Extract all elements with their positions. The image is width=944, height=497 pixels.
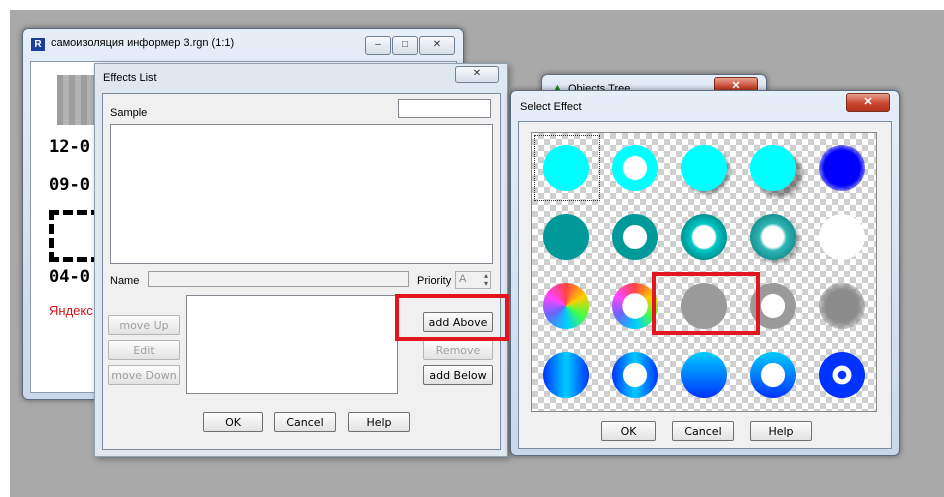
blue-glow-circle-effect[interactable] (812, 137, 872, 197)
edit-button[interactable]: Edit (108, 340, 180, 360)
select-ok-button[interactable]: OK (601, 421, 656, 441)
move-up-button[interactable]: move Up (108, 315, 180, 335)
effects-listbox[interactable] (186, 295, 398, 394)
move-down-button[interactable]: move Down (108, 365, 180, 385)
priority-value: A (459, 273, 467, 285)
effects-list-close-button[interactable]: ✕ (455, 66, 499, 83)
help-button[interactable]: Help (348, 412, 410, 432)
circle-icon (819, 352, 865, 398)
name-label: Name (110, 275, 140, 287)
teal-circle-effect[interactable] (536, 206, 596, 266)
circle-icon (750, 145, 796, 191)
blue-gradient-circle-effect[interactable] (536, 344, 596, 404)
informer-line-3: 04-0 (49, 267, 90, 287)
informer-line-1: 12-0 (49, 137, 90, 157)
select-effect-close-button[interactable]: ✕ (846, 93, 890, 112)
cyan-circle-effect[interactable] (534, 135, 600, 201)
add-below-button[interactable]: add Below (423, 365, 493, 385)
select-help-button[interactable]: Help (750, 421, 812, 441)
blue-gradient-ring-effect[interactable] (605, 344, 665, 404)
glow-icon (819, 283, 865, 329)
priority-spinner[interactable]: A ▴ ▾ (455, 271, 491, 289)
close-icon: ✕ (863, 96, 873, 108)
highlight-texture-effect (652, 272, 760, 335)
ring-icon (612, 145, 658, 191)
spinner-arrows-icon[interactable]: ▴ ▾ (484, 272, 488, 288)
effects-list-title: Effects List (103, 72, 157, 84)
maximize-icon: □ (401, 39, 409, 50)
informer-line-2: 09-0 (49, 175, 90, 195)
cyan-circle-shadow-effect[interactable] (674, 137, 734, 197)
circle-icon (543, 214, 589, 260)
app-icon: R (31, 38, 45, 51)
glow-icon (819, 145, 865, 191)
ring-icon (612, 214, 658, 260)
ring-icon (819, 214, 865, 260)
minimize-icon: – (375, 39, 381, 50)
effects-list-client: Sample Name Priority A ▴ ▾ move Up Edit m… (102, 93, 501, 450)
rainbow-circle-effect[interactable] (536, 275, 596, 335)
circle-icon (681, 352, 727, 398)
teal-gradient-ring-effect[interactable] (674, 206, 734, 266)
priority-label: Priority (417, 275, 452, 287)
cyan-ring-effect[interactable] (605, 137, 665, 197)
yandex-logo: Яндекс (49, 303, 93, 318)
circle-icon (543, 283, 589, 329)
select-effect-title: Select Effect (520, 101, 582, 113)
blue-glow-ring-effect[interactable] (812, 206, 872, 266)
close-icon: ✕ (432, 39, 442, 50)
effects-list-window: Effects List ✕ Sample Name Priority A ▴ ▾… (94, 63, 508, 457)
circle-icon (681, 145, 727, 191)
circle-icon (543, 352, 589, 398)
sample-combo[interactable] (398, 99, 491, 118)
close-button[interactable]: ✕ (419, 36, 455, 55)
maximize-button[interactable]: □ (392, 36, 418, 55)
minimize-button[interactable]: – (365, 36, 391, 55)
select-cancel-button[interactable]: Cancel (672, 421, 734, 441)
teal-ring-effect[interactable] (605, 206, 665, 266)
blue-shaded-circle-effect[interactable] (674, 344, 734, 404)
ok-button[interactable]: OK (203, 412, 263, 432)
cyan-circle-drop-shadow-effect[interactable] (743, 137, 803, 197)
ring-icon (681, 214, 727, 260)
blue-radial-circle-effect[interactable] (812, 344, 872, 404)
selection-outline (534, 135, 600, 201)
ring-icon (750, 352, 796, 398)
sample-label: Sample (110, 107, 148, 119)
ring-icon (612, 352, 658, 398)
cancel-button[interactable]: Cancel (274, 412, 336, 432)
name-field[interactable] (148, 271, 409, 287)
highlight-add-above (395, 294, 509, 341)
gray-blur-circle-effect[interactable] (812, 275, 872, 335)
teal-shaded-ring-effect[interactable] (743, 206, 803, 266)
window-title: самоизоляция информер 3.rgn (1:1) (51, 37, 235, 49)
blue-shaded-ring-effect[interactable] (743, 344, 803, 404)
ring-icon (750, 214, 796, 260)
sample-preview (110, 124, 493, 264)
close-icon: ✕ (472, 68, 482, 79)
texture-block (57, 75, 95, 125)
remove-button[interactable]: Remove (423, 340, 493, 360)
